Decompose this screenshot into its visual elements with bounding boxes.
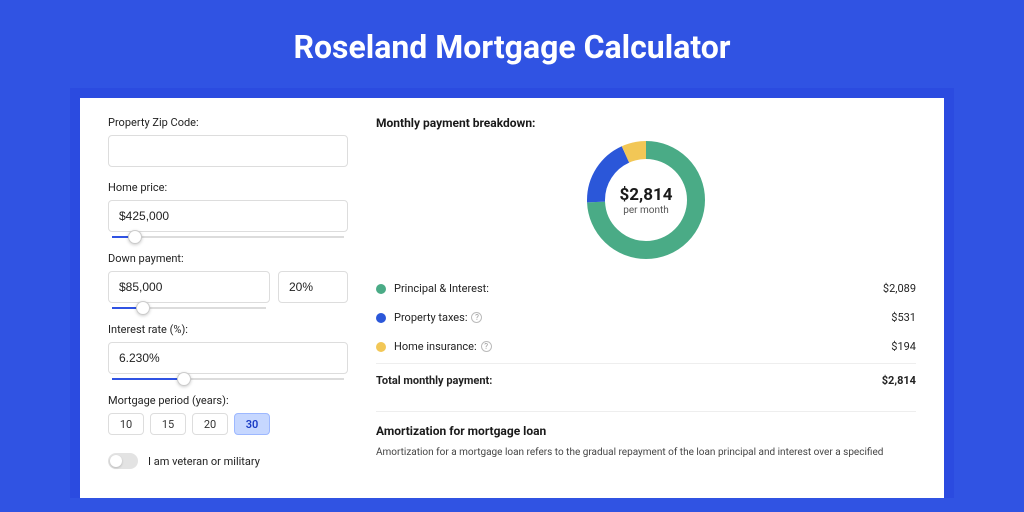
- amortization-header: Amortization for mortgage loan: [376, 424, 916, 438]
- slider-thumb[interactable]: [177, 372, 191, 386]
- interest-input[interactable]: [108, 342, 348, 374]
- breakdown-panel: Monthly payment breakdown: $2,814 per mo…: [376, 116, 916, 498]
- mortgage-period-label: Mortgage period (years):: [108, 394, 348, 407]
- home-price-slider[interactable]: [112, 236, 344, 238]
- veteran-row: I am veteran or military: [108, 453, 348, 469]
- amortization-section: Amortization for mortgage loan Amortizat…: [376, 411, 916, 460]
- form-panel: Property Zip Code: Home price: Down paym…: [108, 116, 348, 498]
- down-payment-slider[interactable]: [112, 307, 266, 309]
- period-option-10[interactable]: 10: [108, 413, 144, 435]
- mortgage-period-options: 10 15 20 30: [108, 413, 348, 435]
- period-option-30[interactable]: 30: [234, 413, 270, 435]
- info-icon[interactable]: ?: [471, 312, 482, 323]
- legend-dot: [376, 342, 386, 352]
- down-payment-input[interactable]: [108, 271, 270, 303]
- interest-slider[interactable]: [112, 378, 344, 380]
- legend-row: Home insurance:?$194: [376, 332, 916, 361]
- interest-label: Interest rate (%):: [108, 323, 348, 336]
- period-option-20[interactable]: 20: [192, 413, 228, 435]
- zip-field: Property Zip Code:: [108, 116, 348, 167]
- info-icon[interactable]: ?: [481, 341, 492, 352]
- breakdown-header: Monthly payment breakdown:: [376, 116, 916, 130]
- home-price-input[interactable]: [108, 200, 348, 232]
- zip-input[interactable]: [108, 135, 348, 167]
- page-title: Roseland Mortgage Calculator: [70, 0, 954, 88]
- interest-field: Interest rate (%):: [108, 323, 348, 380]
- slider-thumb[interactable]: [136, 301, 150, 315]
- donut-center: $2,814 per month: [586, 140, 706, 260]
- toggle-knob: [110, 455, 122, 467]
- payment-donut-chart: $2,814 per month: [586, 140, 706, 260]
- legend-value: $531: [891, 311, 916, 324]
- legend-label: Principal & Interest:: [394, 282, 883, 295]
- veteran-label: I am veteran or military: [148, 455, 260, 468]
- total-row: Total monthly payment: $2,814: [376, 363, 916, 397]
- legend: Principal & Interest:$2,089Property taxe…: [376, 274, 916, 361]
- total-value: $2,814: [882, 374, 916, 387]
- legend-value: $194: [891, 340, 916, 353]
- zip-label: Property Zip Code:: [108, 116, 348, 129]
- home-price-label: Home price:: [108, 181, 348, 194]
- amortization-body: Amortization for a mortgage loan refers …: [376, 446, 916, 460]
- down-payment-field: Down payment:: [108, 252, 348, 309]
- calculator-card: Property Zip Code: Home price: Down paym…: [80, 98, 944, 498]
- legend-value: $2,089: [883, 282, 916, 295]
- mortgage-period-field: Mortgage period (years): 10 15 20 30: [108, 394, 348, 435]
- period-option-15[interactable]: 15: [150, 413, 186, 435]
- donut-amount: $2,814: [620, 185, 673, 205]
- legend-row: Property taxes:?$531: [376, 303, 916, 332]
- donut-sublabel: per month: [623, 205, 669, 216]
- veteran-toggle[interactable]: [108, 453, 138, 469]
- legend-row: Principal & Interest:$2,089: [376, 274, 916, 303]
- legend-label: Home insurance:?: [394, 340, 891, 353]
- home-price-field: Home price:: [108, 181, 348, 238]
- card-backdrop: Property Zip Code: Home price: Down paym…: [70, 88, 954, 498]
- down-payment-label: Down payment:: [108, 252, 348, 265]
- total-label: Total monthly payment:: [376, 374, 882, 387]
- slider-thumb[interactable]: [128, 230, 142, 244]
- donut-wrap: $2,814 per month: [376, 140, 916, 260]
- down-payment-pct-input[interactable]: [278, 271, 348, 303]
- legend-label: Property taxes:?: [394, 311, 891, 324]
- legend-dot: [376, 313, 386, 323]
- legend-dot: [376, 284, 386, 294]
